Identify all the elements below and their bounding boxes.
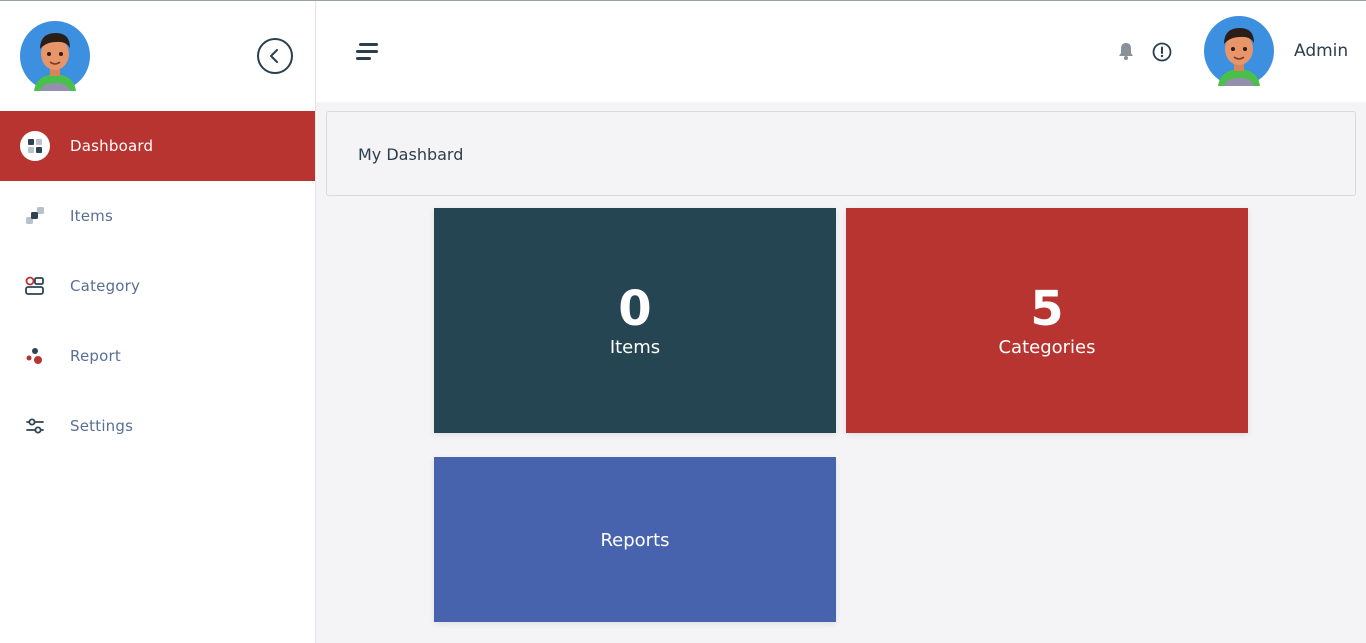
sidebar-avatar[interactable] [20, 21, 90, 91]
page-title: My Dashbard [358, 145, 464, 164]
username-label[interactable]: Admin [1294, 41, 1348, 61]
chevron-left-icon [270, 49, 278, 63]
menu-icon[interactable] [356, 41, 380, 61]
sidebar-item-label: Report [70, 347, 121, 365]
items-icon [20, 201, 50, 231]
items-card[interactable]: 0 Items [434, 208, 836, 433]
items-count: 0 [618, 281, 652, 337]
avatar[interactable] [1204, 16, 1274, 86]
categories-card[interactable]: 5 Categories [846, 208, 1248, 433]
top-header: Admin [316, 1, 1366, 102]
items-card-label: Items [609, 337, 661, 358]
alert-icon[interactable] [1151, 41, 1173, 63]
category-icon [20, 271, 50, 301]
sidebar-item-dashboard[interactable]: Dashboard [0, 111, 315, 181]
report-icon [20, 341, 50, 371]
sidebar-item-label: Dashboard [70, 137, 154, 155]
sidebar: Dashboard Items Category Report Settings [0, 1, 316, 643]
sidebar-item-category[interactable]: Category [0, 251, 315, 321]
collapse-sidebar-button[interactable] [257, 38, 293, 74]
sidebar-item-label: Items [70, 207, 113, 225]
settings-icon [20, 411, 50, 441]
sidebar-item-label: Category [70, 277, 141, 295]
page-title-panel: My Dashbard [326, 111, 1356, 196]
sidebar-item-items[interactable]: Items [0, 181, 315, 251]
sidebar-nav: Dashboard Items Category Report Settings [0, 111, 315, 461]
categories-card-label: Categories [998, 337, 1096, 358]
bell-icon[interactable] [1116, 41, 1136, 61]
sidebar-item-settings[interactable]: Settings [0, 391, 315, 461]
sidebar-item-report[interactable]: Report [0, 321, 315, 391]
sidebar-item-label: Settings [70, 417, 134, 435]
reports-card-label: Reports [600, 530, 670, 551]
dashboard-icon [20, 131, 50, 161]
reports-card[interactable]: Reports [434, 457, 836, 622]
categories-count: 5 [1030, 281, 1064, 337]
